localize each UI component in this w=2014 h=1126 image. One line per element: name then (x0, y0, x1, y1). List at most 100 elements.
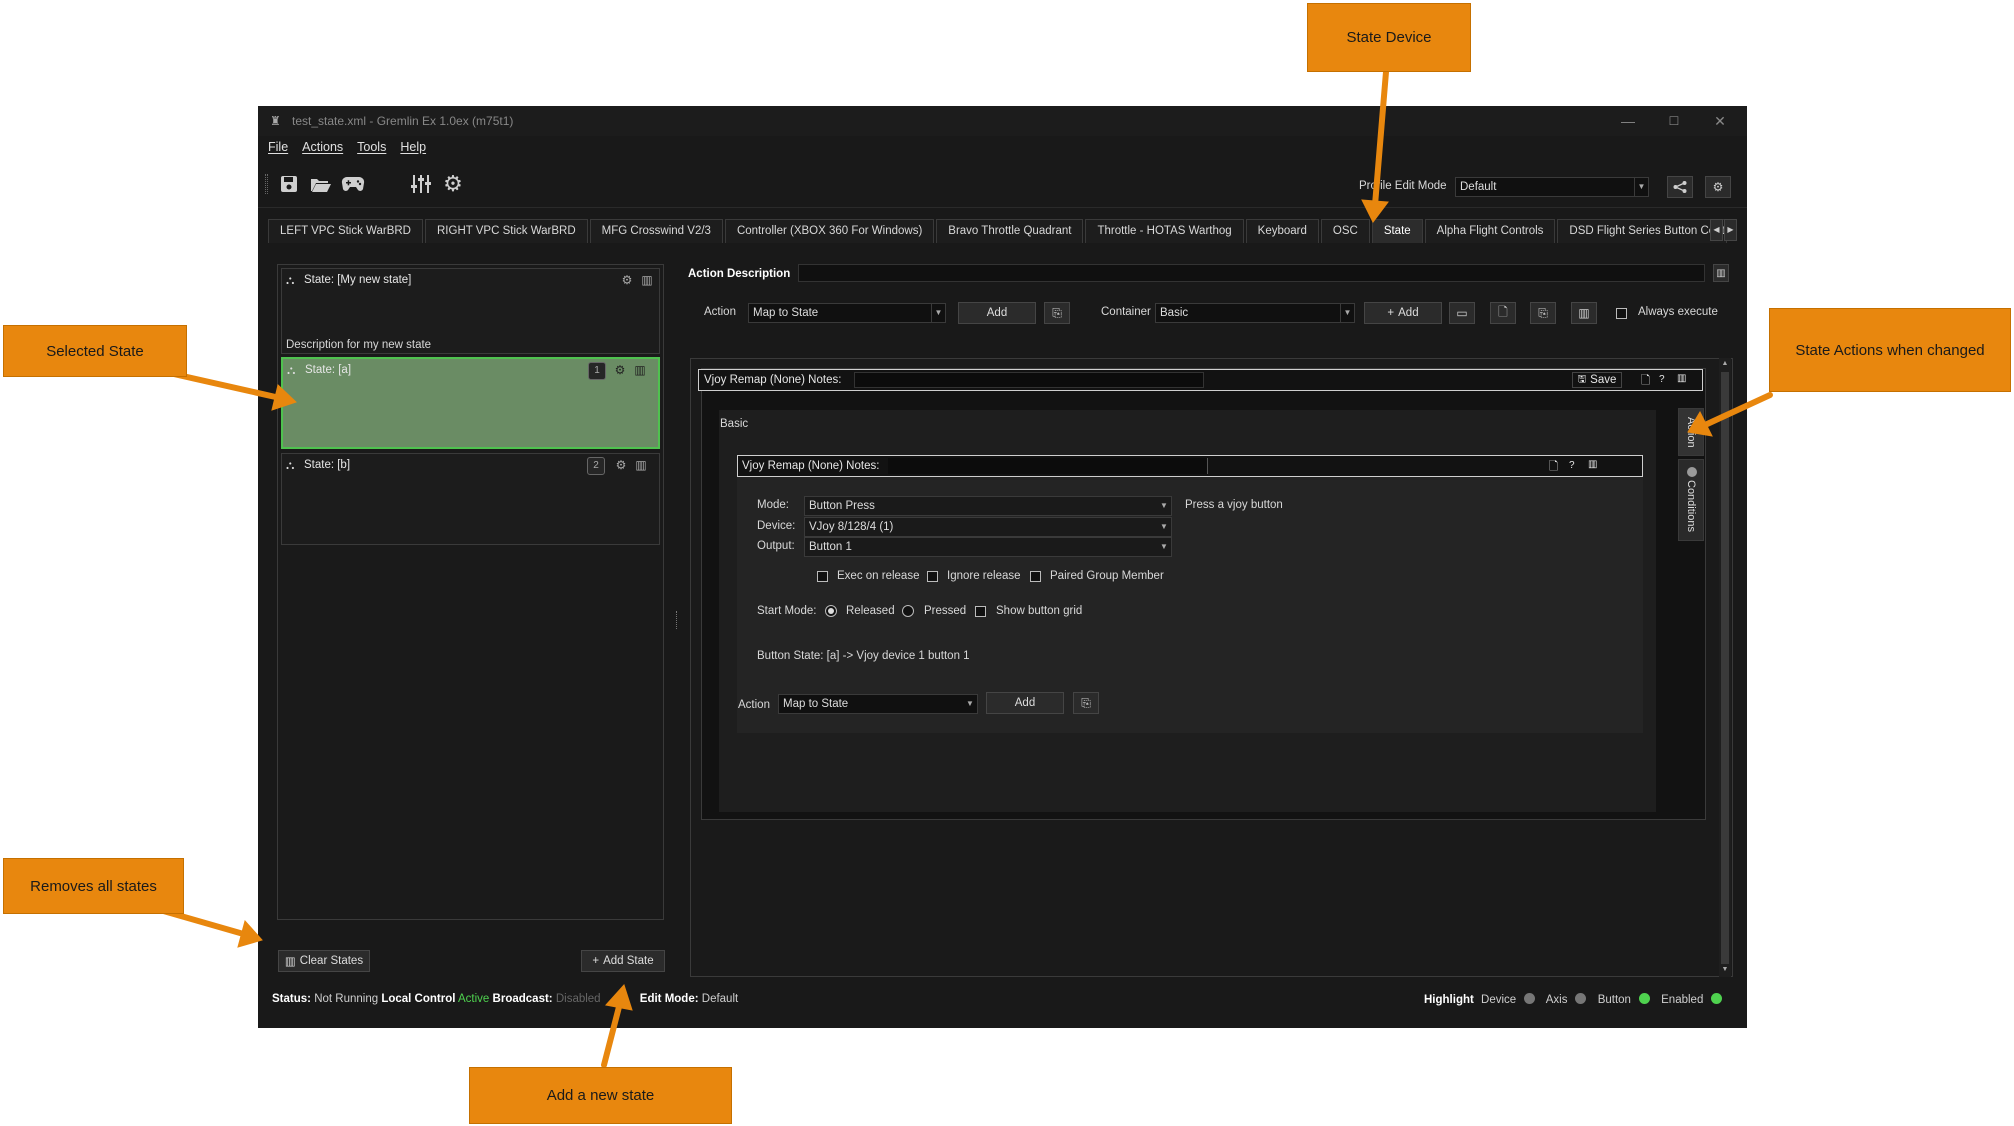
device-select[interactable]: VJoy 8/128/4 (1) ▼ (804, 517, 1172, 537)
enabled-dot-icon[interactable] (1711, 993, 1723, 1004)
open-folder-icon[interactable] (308, 172, 334, 196)
conditions-tab-label: Conditions (1685, 480, 1697, 532)
released-radio[interactable] (825, 605, 837, 617)
splitter-handle[interactable] (676, 611, 678, 629)
paired-group-checkbox[interactable] (1030, 571, 1041, 582)
tab-state[interactable]: State (1371, 219, 1423, 243)
trash-icon[interactable]: ▥ (1571, 302, 1597, 324)
trash-icon[interactable]: ▥ (1677, 373, 1686, 384)
notes-input[interactable] (888, 458, 1208, 474)
gamepad-icon[interactable] (340, 172, 366, 196)
axis-legend-label: Axis (1545, 994, 1568, 1006)
pressed-radio[interactable] (902, 605, 914, 617)
trash-icon[interactable]: ▥ (1588, 459, 1597, 470)
state-header-card[interactable]: ⛬ State: [My new state] ⚙ ▥ Description … (281, 268, 660, 354)
app-icon: ♜ (270, 114, 281, 128)
tab-bravo-throttle[interactable]: Bravo Throttle Quadrant (936, 219, 1084, 243)
tab-mfg-crosswind[interactable]: MFG Crosswind V2/3 (589, 219, 723, 243)
gear-icon[interactable]: ⚙ (613, 457, 629, 473)
tab-alpha-flight-controls[interactable]: Alpha Flight Controls (1424, 219, 1556, 243)
local-control-label: Local Control (381, 993, 456, 1005)
menu-help[interactable]: Help (400, 140, 426, 154)
screenshot-stage: ♜ test_state.xml - Gremlin Ex 1.0ex (m75… (0, 0, 2014, 1126)
scrollbar-thumb[interactable] (1721, 372, 1729, 964)
toolbar-grip[interactable] (265, 174, 268, 194)
paste-icon[interactable]: ⎘ (1530, 302, 1556, 324)
pressed-label: Pressed (924, 605, 967, 617)
tab-action-vertical[interactable]: Action (1678, 408, 1704, 456)
add-action-button[interactable]: Add (958, 302, 1036, 324)
scroll-down-icon[interactable]: ▼ (1719, 964, 1731, 976)
tab-scroll-left-icon[interactable]: ◀ (1710, 219, 1723, 241)
exec-on-release-checkbox[interactable] (817, 571, 828, 582)
close-button[interactable]: ✕ (1697, 106, 1743, 136)
trash-icon[interactable]: ▥ (1713, 264, 1729, 282)
help-icon[interactable]: ? (1569, 460, 1575, 471)
axis-dot-icon[interactable] (1575, 993, 1587, 1004)
tab-osc[interactable]: OSC (1320, 219, 1370, 243)
tab-right-vpc-stick[interactable]: RIGHT VPC Stick WarBRD (425, 219, 588, 243)
trash-icon[interactable]: ▥ (632, 362, 648, 378)
mixer-icon[interactable] (408, 172, 434, 196)
gear-icon[interactable]: ⚙ (612, 362, 628, 378)
tab-left-vpc-stick[interactable]: LEFT VPC Stick WarBRD (268, 219, 423, 243)
toolbar: ⚙ Profile Edit Mode Default ▼ ⚙ (258, 158, 1747, 208)
save-button[interactable]: 🖫 Save (1572, 372, 1622, 388)
minimize-button[interactable]: — (1605, 106, 1651, 136)
action-type-select[interactable]: Map to State ▼ (748, 303, 946, 323)
settings-gear-icon[interactable]: ⚙ (440, 171, 466, 196)
bottom-action-value: Map to State (783, 698, 849, 710)
help-icon[interactable]: ? (1659, 374, 1665, 385)
bottom-add-action-button[interactable]: Add (986, 692, 1064, 714)
button-dot-icon[interactable] (1638, 993, 1650, 1004)
trash-icon[interactable]: ▥ (633, 457, 649, 473)
ignore-release-checkbox[interactable] (927, 571, 938, 582)
new-document-icon[interactable]: 🗋 (1641, 373, 1650, 392)
vjoy-remap-outer-header: Vjoy Remap (None) Notes: 🖫 Save 🗋 ? ▥ (698, 369, 1703, 391)
state-item-b[interactable]: ⛬ State: [b] 2 ⚙ ▥ (281, 453, 660, 545)
always-execute-checkbox[interactable] (1616, 308, 1627, 319)
device-dot-icon[interactable] (1524, 993, 1536, 1004)
share-icon[interactable] (1667, 176, 1693, 198)
menu-tools[interactable]: Tools (357, 140, 386, 154)
edit-mode-status-label: Edit Mode: (639, 993, 699, 1005)
clear-states-button[interactable]: ▥ Clear States (278, 950, 370, 972)
mode-select[interactable]: Button Press ▼ (804, 496, 1172, 516)
menu-actions[interactable]: Actions (302, 140, 343, 154)
new-document-icon[interactable]: 🗋 (1549, 459, 1558, 478)
chevron-down-icon: ▼ (1160, 542, 1168, 551)
maximize-button[interactable]: ☐ (1651, 106, 1697, 136)
action-description-input[interactable] (798, 264, 1705, 282)
tab-conditions-vertical[interactable]: Conditions (1678, 459, 1704, 541)
menu-file[interactable]: File (268, 140, 288, 154)
trash-icon[interactable]: ▥ (639, 272, 655, 288)
tab-dsd-flight-series[interactable]: DSD Flight Series Button Cont (1557, 219, 1728, 243)
show-button-grid-checkbox[interactable] (975, 606, 986, 617)
edit-mode-select[interactable]: Default ▼ (1455, 177, 1649, 197)
gear-icon[interactable]: ⚙ (1705, 176, 1731, 198)
tab-scroll-right-icon[interactable]: ▶ (1724, 219, 1737, 241)
gear-icon[interactable]: ⚙ (619, 272, 635, 288)
state-item-label: State: [b] (304, 459, 351, 471)
bottom-action-select[interactable]: Map to State ▼ (778, 694, 978, 714)
notes-input[interactable] (854, 372, 1204, 388)
add-container-button[interactable]: + Add (1364, 302, 1442, 324)
paste-icon[interactable]: ⎘ (1073, 692, 1099, 714)
scroll-up-icon[interactable]: ▲ (1719, 358, 1731, 370)
new-document-icon[interactable]: 🗋 (1490, 302, 1516, 324)
save-icon[interactable] (276, 172, 302, 196)
vertical-scrollbar[interactable]: ▲ ▼ (1719, 358, 1731, 977)
open-folder-icon[interactable]: ▭ (1449, 302, 1475, 324)
tab-hotas-warthog[interactable]: Throttle - HOTAS Warthog (1085, 219, 1244, 243)
plus-icon: + (1387, 307, 1395, 319)
output-label: Output: (757, 540, 795, 552)
state-item-a[interactable]: ⛬ State: [a] 1 ⚙ ▥ (281, 357, 660, 449)
tab-keyboard[interactable]: Keyboard (1245, 219, 1319, 243)
tab-xbox-controller[interactable]: Controller (XBOX 360 For Windows) (724, 219, 935, 243)
paste-icon[interactable]: ⎘ (1044, 302, 1070, 324)
device-legend-label: Device (1481, 994, 1517, 1006)
container-select[interactable]: Basic ▼ (1155, 303, 1355, 323)
add-state-button[interactable]: + Add State (581, 950, 665, 972)
state-node-icon: ⛬ (286, 273, 295, 287)
output-select[interactable]: Button 1 ▼ (804, 537, 1172, 557)
